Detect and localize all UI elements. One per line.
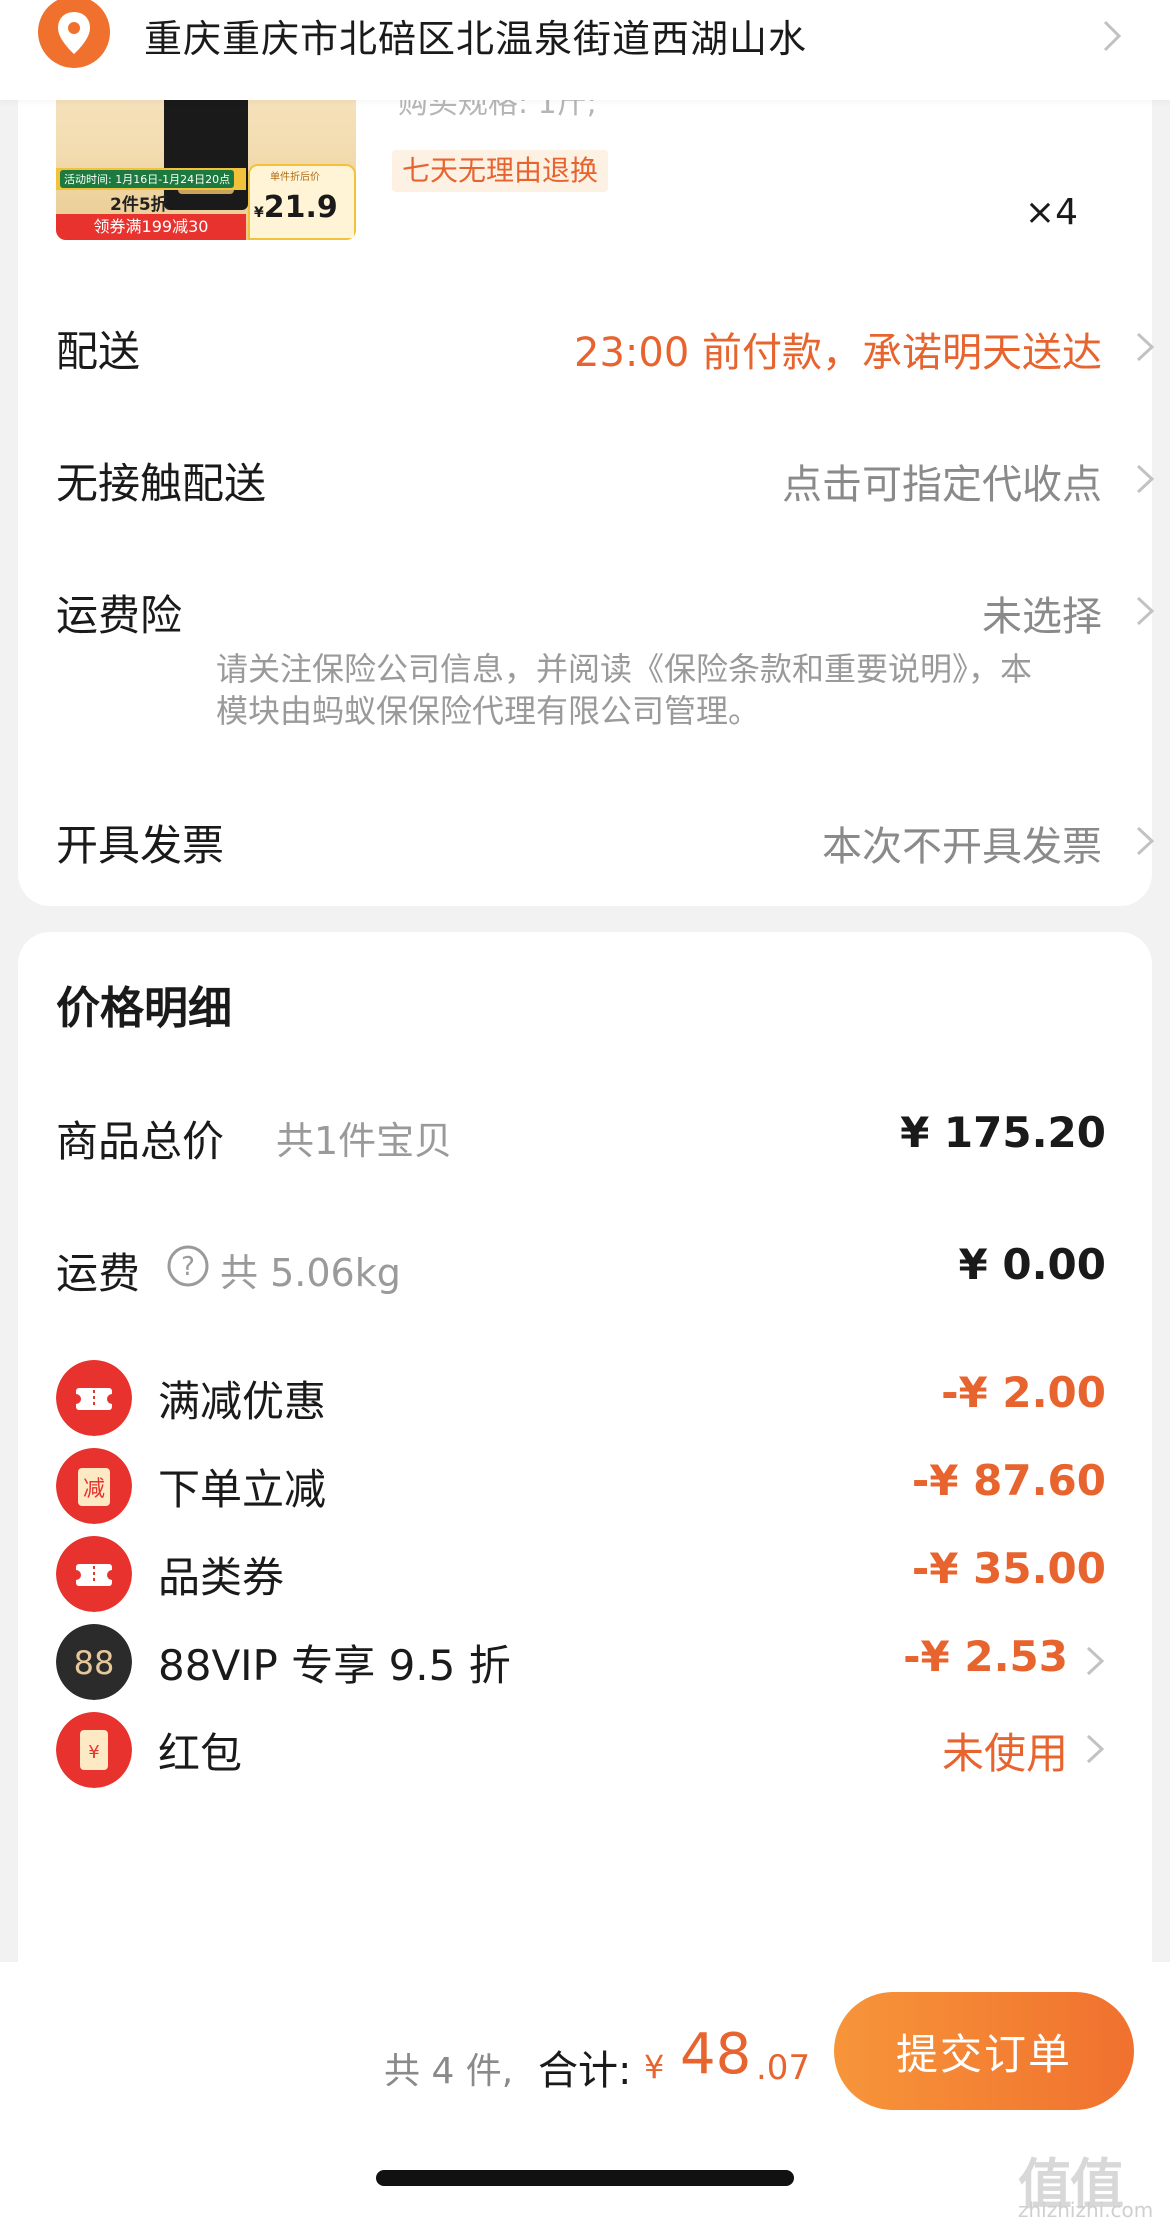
order-info-card: 活动时间: 1月16日-1月24日20点 2件5折 领券满199减30 单件折后… — [18, 0, 1155, 906]
home-indicator[interactable] — [376, 2170, 794, 2186]
total-integer: 48 — [680, 2022, 752, 2087]
goods-total-sub: 共1件宝贝 — [276, 1119, 453, 1163]
total-label: 合计: — [538, 2048, 632, 2094]
goods-total-row: 商品总价 共1件宝贝 ¥ 175.20 — [56, 1100, 1106, 1180]
category-coupon-row: 品类券 -¥ 35.00 — [56, 1536, 1106, 1616]
chevron-right-icon — [1136, 332, 1155, 362]
svg-text:?: ? — [181, 1252, 195, 1282]
shipping-fee-label: 运费 — [56, 1249, 141, 1298]
contactless-delivery-row[interactable]: 无接触配送 点击可指定代收点 — [56, 450, 1156, 510]
red-packet-icon: ¥ — [56, 1712, 132, 1788]
vip88-icon: 88 — [56, 1624, 132, 1700]
return-policy-tag: 七天无理由退换 — [392, 150, 609, 192]
price-caption: 单件折后价 — [270, 172, 320, 183]
chevron-right-icon — [1136, 826, 1155, 856]
invoice-value: 本次不开具发票 — [822, 824, 1102, 870]
ticket-icon — [56, 1360, 132, 1436]
address-bar[interactable]: 重庆重庆市北碚区北温泉街道西湖山水 — [0, 0, 1170, 100]
insurance-value: 未选择 — [982, 594, 1102, 640]
checkout-bar: 共 4 件, 合计: ¥ 48 .07 提交订单 — [0, 1962, 1170, 2227]
contactless-label: 无接触配送 — [56, 459, 267, 508]
category-coupon-label: 品类券 — [158, 1553, 285, 1602]
vip88-row[interactable]: 88 88VIP 专享 9.5 折 -¥ 2.53 — [56, 1624, 1106, 1704]
delivery-row[interactable]: 配送 23:00 前付款，承诺明天送达 — [56, 318, 1156, 378]
price-detail-card: 价格明细 商品总价 共1件宝贝 ¥ 175.20 运费 ? 共 5.06kg ¥… — [18, 932, 1152, 1972]
full-reduction-label: 满减优惠 — [158, 1377, 327, 1426]
vip88-value: -¥ 2.53 — [903, 1632, 1068, 1681]
vip88-label: 88VIP 专享 9.5 折 — [158, 1641, 511, 1690]
address-text: 重庆重庆市北碚区北温泉街道西湖山水 — [144, 17, 808, 61]
invoice-label: 开具发票 — [56, 821, 225, 870]
delivery-value: 23:00 前付款，承诺明天送达 — [574, 330, 1102, 376]
chevron-right-icon — [1086, 1646, 1105, 1676]
full-reduction-value: -¥ 2.00 — [941, 1368, 1106, 1417]
product-quantity: ×4 — [1024, 192, 1078, 233]
goods-total-value: ¥ 175.20 — [900, 1108, 1106, 1157]
shipping-fee-value: ¥ 0.00 — [958, 1240, 1106, 1289]
total-decimal: .07 — [756, 2048, 811, 2088]
chevron-right-icon — [1136, 596, 1155, 626]
contactless-value: 点击可指定代收点 — [782, 462, 1102, 508]
goods-total-label: 商品总价 — [56, 1117, 225, 1166]
chevron-right-icon — [1103, 20, 1122, 52]
insurance-note: 请关注保险公司信息，并阅读《保险条款和重要说明》，本模块由蚂蚁保保险代理有限公司… — [216, 650, 1033, 730]
category-coupon-value: -¥ 35.00 — [911, 1544, 1106, 1593]
red-packet-row[interactable]: ¥ 红包 未使用 — [56, 1712, 1106, 1792]
item-count: 共 4 件, — [384, 2051, 514, 2092]
ticket-icon — [56, 1536, 132, 1612]
total-currency: ¥ — [644, 2048, 665, 2086]
shipping-weight: 共 5.06kg — [220, 1251, 401, 1295]
shipping-insurance-row[interactable]: 运费险 未选择 — [56, 582, 1156, 642]
coupon-text: 领券满199减30 — [93, 217, 209, 236]
red-packet-value: 未使用 — [941, 1729, 1068, 1778]
shipping-fee-row: 运费 ? 共 5.06kg ¥ 0.00 — [56, 1232, 1106, 1312]
unit-price: ¥21.9 — [254, 190, 338, 225]
chevron-right-icon — [1086, 1734, 1105, 1764]
submit-order-button[interactable]: 提交订单 — [834, 1992, 1134, 2110]
instant-discount-label: 下单立减 — [158, 1465, 327, 1514]
instant-discount-value: -¥ 87.60 — [911, 1456, 1106, 1505]
instant-discount-row: 减 下单立减 -¥ 87.60 — [56, 1448, 1106, 1528]
watermark-url: zhizhizhi.com — [1018, 2198, 1154, 2222]
svg-text:88: 88 — [74, 1644, 115, 1682]
svg-text:减: 减 — [83, 1477, 105, 1502]
delivery-label: 配送 — [56, 327, 141, 376]
jian-icon: 减 — [56, 1448, 132, 1524]
chevron-right-icon — [1136, 464, 1155, 494]
full-reduction-row: 满减优惠 -¥ 2.00 — [56, 1360, 1106, 1440]
question-circle-icon[interactable]: ? — [166, 1244, 210, 1288]
promo-date: 活动时间: 1月16日-1月24日20点 — [60, 170, 235, 188]
svg-text:¥: ¥ — [88, 1742, 99, 1763]
insurance-label: 运费险 — [56, 591, 183, 640]
promo-fold: 2件5折 — [110, 195, 168, 215]
invoice-row[interactable]: 开具发票 本次不开具发票 — [56, 812, 1156, 872]
red-packet-label: 红包 — [158, 1729, 243, 1778]
price-detail-title: 价格明细 — [56, 983, 232, 1034]
location-pin-icon — [38, 0, 110, 68]
